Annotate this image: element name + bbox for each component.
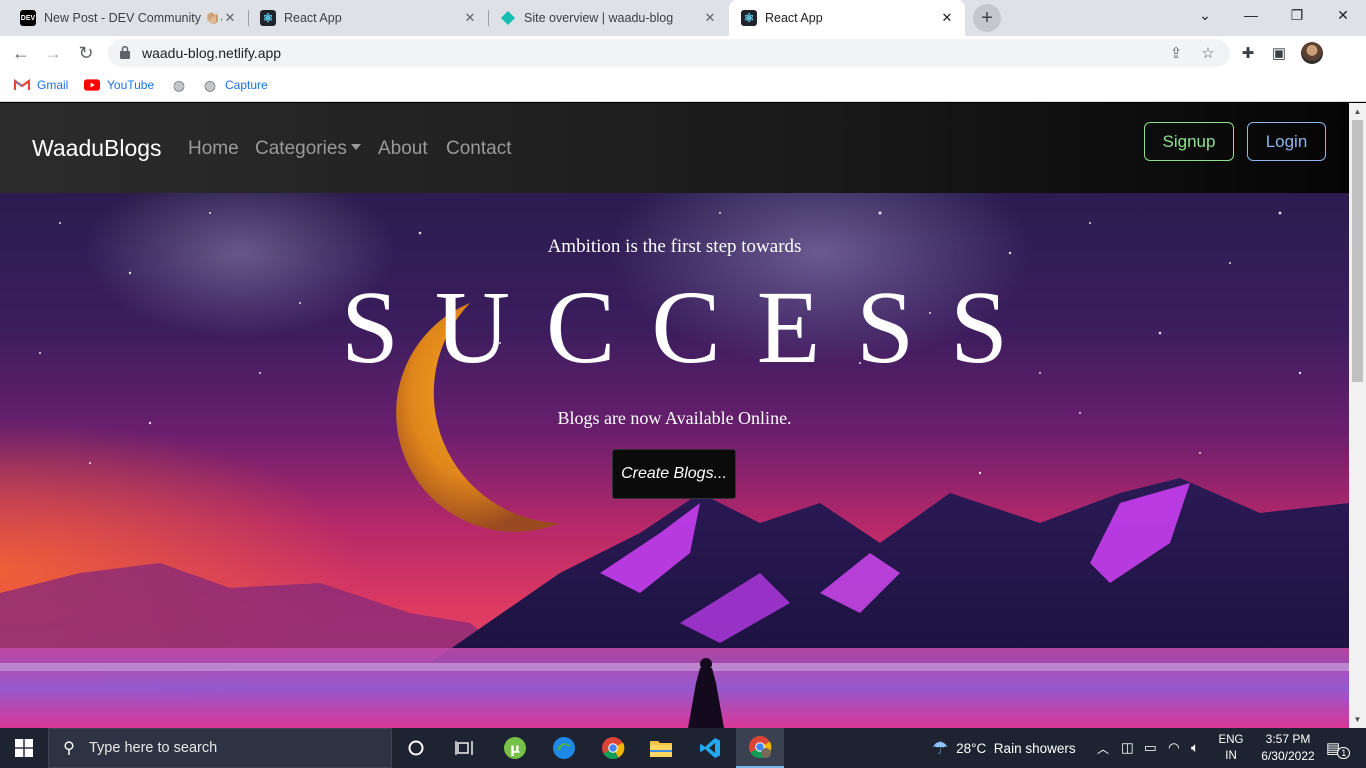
bookmarks-bar: Gmail YouTube ◍ ◍ Capture	[0, 70, 1366, 102]
edge-icon[interactable]	[540, 728, 588, 768]
windows-taskbar: ⚲ Type here to search µ ☂ 28°C Rain show…	[0, 728, 1366, 768]
page-scrollbar[interactable]: ▲ ▼	[1349, 103, 1366, 728]
taskbar-search-box[interactable]: ⚲ Type here to search	[48, 728, 392, 768]
close-window-button[interactable]: ✕	[1320, 0, 1366, 30]
react-icon: ⚛	[260, 10, 276, 26]
lake	[0, 648, 1349, 728]
nav-categories[interactable]: Categories	[255, 138, 361, 160]
close-icon[interactable]: ✕	[462, 10, 478, 26]
tab-strip: DEV New Post - DEV Community 👏🏼🧛 ✕ ⚛ Rea…	[0, 0, 1366, 36]
close-icon[interactable]: ✕	[702, 10, 718, 26]
login-button[interactable]: Login	[1247, 122, 1326, 161]
notification-center-icon[interactable]: ▤ 1	[1326, 728, 1351, 768]
youtube-icon	[84, 77, 100, 93]
tab-title: React App	[284, 11, 342, 25]
tab-title: Site overview | waadu-blog	[524, 11, 674, 25]
bookmark-label: YouTube	[107, 78, 155, 92]
dev-icon: DEV	[20, 10, 36, 26]
gmail-icon	[14, 77, 30, 93]
hero-subline: Blogs are now Available Online.	[557, 408, 792, 428]
tab-netlify[interactable]: Site overview | waadu-blog ✕	[480, 0, 728, 36]
bookmark-globe[interactable]: ◍	[171, 77, 194, 93]
back-icon[interactable]: ←	[8, 40, 34, 66]
notification-badge: 1	[1337, 747, 1351, 759]
tab-react-app-active[interactable]: ⚛ React App ✕	[729, 0, 965, 36]
close-icon[interactable]: ✕	[222, 10, 238, 26]
rain-cloud-icon: ☂	[932, 737, 949, 758]
bookmark-capture[interactable]: ◍ Capture	[202, 77, 268, 93]
search-placeholder: Type here to search	[89, 740, 218, 756]
side-panel-icon[interactable]: ▣	[1270, 44, 1288, 62]
region-code: IN	[1225, 750, 1237, 762]
share-icon[interactable]: ⇪	[1167, 44, 1185, 62]
language-code: ENG	[1218, 734, 1244, 746]
lock-icon	[120, 46, 130, 59]
file-explorer-icon[interactable]	[637, 728, 685, 768]
tab-react-app-1[interactable]: ⚛ React App ✕	[240, 0, 488, 36]
nav-about[interactable]: About	[378, 138, 428, 160]
windows-start-icon[interactable]	[0, 728, 48, 768]
caret-down-icon	[350, 144, 361, 150]
search-icon: ⚲	[63, 740, 75, 757]
chrome-icon[interactable]	[589, 728, 637, 768]
new-tab-button[interactable]: +	[973, 4, 1001, 32]
clock-time: 3:57 PM	[1265, 732, 1311, 746]
show-hidden-icons-icon[interactable]: ︿	[1097, 728, 1109, 768]
tab-title: React App	[765, 11, 823, 25]
volume-icon[interactable]: 🔈︎	[1191, 728, 1199, 768]
utorrent-icon[interactable]: µ	[491, 728, 539, 768]
nav-home[interactable]: Home	[188, 138, 239, 160]
svg-text:µ: µ	[510, 742, 520, 757]
wifi-icon[interactable]: ◠	[1168, 728, 1180, 768]
restore-button[interactable]: ❐	[1274, 0, 1320, 30]
globe-icon: ◍	[172, 76, 186, 93]
cortana-icon[interactable]	[392, 728, 440, 768]
forward-icon[interactable]: →	[40, 40, 66, 66]
profile-avatar[interactable]	[1301, 42, 1323, 64]
tab-title: New Post - DEV Community 👏🏼🧛	[44, 10, 222, 25]
bookmark-youtube[interactable]: YouTube	[84, 77, 154, 93]
url-text: waadu-blog.netlify.app	[142, 45, 282, 61]
weather-widget[interactable]: ☂ 28°C Rain showers	[932, 728, 1076, 768]
web-page: WaaduBlogs Home Categories About Contact…	[0, 103, 1349, 728]
tab-search-icon[interactable]: ⌄	[1182, 0, 1228, 30]
create-blogs-button[interactable]: Create Blogs...	[612, 449, 736, 499]
scroll-up-arrow-icon[interactable]: ▲	[1349, 103, 1366, 120]
bookmark-gmail[interactable]: Gmail	[14, 77, 68, 93]
minimize-button[interactable]: —	[1228, 0, 1274, 30]
address-bar[interactable]: waadu-blog.netlify.app ⇪ ☆	[108, 39, 1230, 67]
nav-categories-label: Categories	[255, 138, 347, 159]
signup-button[interactable]: Signup	[1144, 122, 1234, 161]
task-view-icon[interactable]	[440, 728, 488, 768]
hero-headline: SUCCESS	[341, 270, 1044, 385]
tab-dev-community[interactable]: DEV New Post - DEV Community 👏🏼🧛 ✕	[0, 0, 248, 36]
extensions-icon[interactable]: ✚	[1239, 44, 1257, 62]
weather-text: 28°C Rain showers	[956, 740, 1076, 756]
meet-now-icon[interactable]: ◫	[1121, 728, 1134, 768]
site-brand[interactable]: WaaduBlogs	[32, 135, 162, 162]
react-icon: ⚛	[741, 10, 757, 26]
vscode-icon[interactable]	[686, 728, 734, 768]
battery-icon[interactable]: ▭	[1144, 728, 1157, 768]
site-navbar: WaaduBlogs Home Categories About Contact…	[0, 103, 1349, 193]
globe-icon: ◍	[203, 76, 217, 93]
browser-toolbar: ← → ↻ waadu-blog.netlify.app ⇪ ☆ ✚ ▣	[0, 36, 1366, 70]
scroll-down-arrow-icon[interactable]: ▼	[1349, 711, 1366, 728]
hero-banner: Ambition is the first step towards SUCCE…	[0, 193, 1349, 728]
scroll-thumb[interactable]	[1352, 120, 1363, 382]
netlify-icon	[500, 10, 516, 26]
chrome-profile-icon[interactable]	[736, 728, 784, 768]
nav-contact[interactable]: Contact	[446, 138, 511, 160]
close-icon[interactable]: ✕	[939, 10, 955, 26]
bookmark-label: Gmail	[37, 78, 69, 92]
hero-tagline: Ambition is the first step towards	[547, 236, 802, 257]
bookmark-star-icon[interactable]: ☆	[1199, 44, 1217, 62]
language-indicator[interactable]: ENG IN	[1216, 732, 1246, 764]
clock-date: 6/30/2022	[1261, 749, 1315, 763]
bookmark-label: Capture	[225, 78, 268, 92]
reload-icon[interactable]: ↻	[73, 40, 99, 66]
system-clock[interactable]: 3:57 PM 6/30/2022	[1256, 731, 1320, 765]
